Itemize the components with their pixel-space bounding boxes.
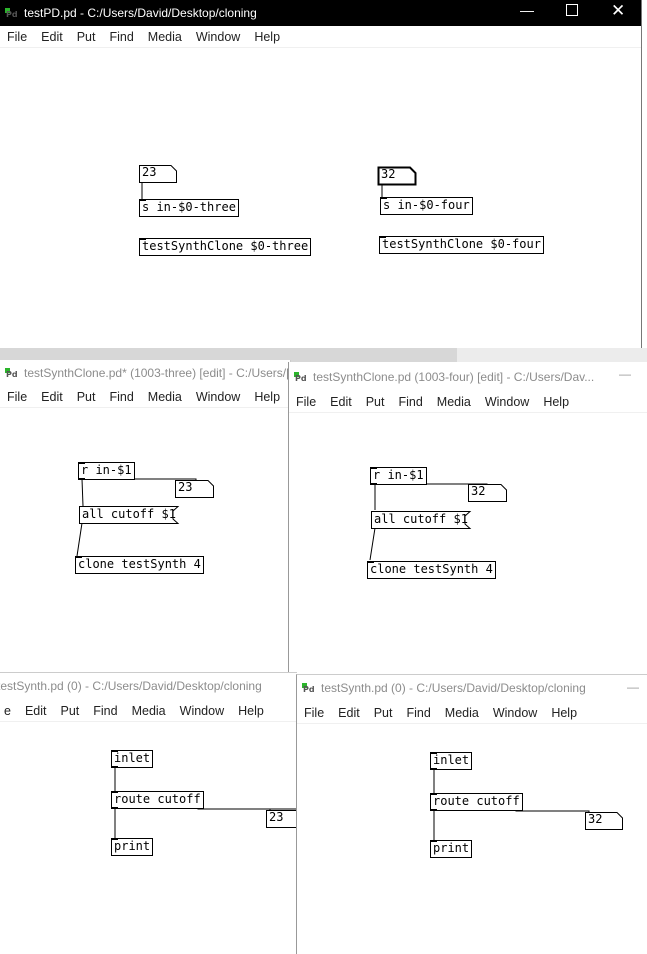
number-box[interactable]: 32 [377,166,417,186]
menu-edit[interactable]: Edit [323,395,359,409]
abstraction-object[interactable]: testSynthClone $0-four [379,236,544,254]
route-object[interactable]: route cutoff [111,791,204,809]
menu-file[interactable]: File [297,706,331,720]
clone-object[interactable]: clone testSynth 4 [367,561,496,579]
menu-find[interactable]: Find [391,395,429,409]
menu-window[interactable]: Window [189,390,247,404]
menu-window[interactable]: Window [189,30,247,44]
number-box[interactable]: 23 [175,480,214,498]
synth-a-titlebar[interactable]: testSynth.pd (0) - C:/Users/David/Deskto… [0,673,297,699]
receive-object[interactable]: r in-$1 [78,462,135,480]
number-box[interactable]: 32 [585,812,623,830]
pd-app-icon [5,367,18,379]
menu-window[interactable]: Window [486,706,544,720]
number-box[interactable]: 23 [139,165,177,183]
menu-window[interactable]: Window [173,704,231,718]
synth-b-window: testSynth.pd (0) - C:/Users/David/Deskto… [296,674,647,954]
clone-object[interactable]: clone testSynth 4 [75,556,204,574]
menu-edit[interactable]: Edit [331,706,367,720]
menu-file[interactable]: File [0,390,34,404]
number-box[interactable]: 23 [266,810,297,828]
print-object[interactable]: print [430,840,473,858]
menu-find[interactable]: Find [102,30,140,44]
minimize-icon[interactable]: — [520,2,534,18]
menu-put[interactable]: Put [54,704,87,718]
main-titlebar[interactable]: testPD.pd - C:/Users/David/Desktop/cloni… [0,0,641,26]
menu-put[interactable]: Put [70,30,103,44]
minimize-icon[interactable]: — [619,367,631,381]
menu-put[interactable]: Put [70,390,103,404]
clone-three-window: testSynthClone.pd* (1003-three) [edit] -… [0,360,291,675]
menu-file[interactable]: File [289,395,323,409]
clone-four-window: testSynthClone.pd (1003-four) [edit] - C… [288,362,647,680]
maximize-icon[interactable] [566,4,578,16]
window-title: testSynthClone.pd (1003-four) [edit] - C… [313,370,595,384]
send-object[interactable]: s in-$0-three [139,199,239,217]
menu-window[interactable]: Window [478,395,536,409]
menu-find[interactable]: Find [399,706,437,720]
menu-media[interactable]: Media [141,30,189,44]
print-object[interactable]: print [111,838,154,856]
main-menubar: File Edit Put Find Media Window Help [0,27,641,48]
synth-a-window: testSynth.pd (0) - C:/Users/David/Deskto… [0,672,297,954]
window-title: testSynth.pd (0) - C:/Users/David/Deskto… [0,679,262,693]
clone-three-titlebar[interactable]: testSynthClone.pd* (1003-three) [edit] -… [0,360,290,386]
close-icon[interactable]: ✕ [611,1,625,21]
menu-edit[interactable]: Edit [18,704,54,718]
synth-b-titlebar[interactable]: testSynth.pd (0) - C:/Users/David/Deskto… [297,675,647,701]
pd-app-icon [294,371,307,383]
message-box[interactable]: all cutoff $1 [371,511,472,529]
menu-media[interactable]: Media [438,706,486,720]
window-title: testPD.pd - C:/Users/David/Desktop/cloni… [24,6,257,20]
menu-help[interactable]: Help [247,30,287,44]
window-title: testSynthClone.pd* (1003-three) [edit] -… [24,366,290,380]
menu-file[interactable]: File [0,30,34,44]
minimize-icon[interactable]: — [627,680,639,694]
menu-help[interactable]: Help [536,395,576,409]
menu-media[interactable]: Media [125,704,173,718]
menu-help[interactable]: Help [247,390,287,404]
clone-three-menubar: File Edit Put Find Media Window Help [0,387,290,408]
menu-edit[interactable]: Edit [34,390,70,404]
route-object[interactable]: route cutoff [430,793,523,811]
menu-find[interactable]: Find [86,704,124,718]
desktop-background [457,348,647,362]
clone-four-menubar: File Edit Put Find Media Window Help [289,392,647,413]
number-box[interactable]: 32 [468,484,507,502]
synth-a-menubar: e Edit Put Find Media Window Help [0,701,297,722]
menu-put[interactable]: Put [367,706,400,720]
pd-app-icon [5,7,18,19]
menu-find[interactable]: Find [102,390,140,404]
menu-help[interactable]: Help [544,706,584,720]
window-title: testSynth.pd (0) - C:/Users/David/Deskto… [321,681,586,695]
menu-media[interactable]: Media [141,390,189,404]
menu-put[interactable]: Put [359,395,392,409]
send-object[interactable]: s in-$0-four [380,197,473,215]
message-box[interactable]: all cutoff $1 [79,506,180,524]
clone-four-titlebar[interactable]: testSynthClone.pd (1003-four) [edit] - C… [289,364,647,390]
patch-wires [141,182,383,199]
menu-media[interactable]: Media [430,395,478,409]
synth-b-menubar: File Edit Put Find Media Window Help [297,703,647,724]
receive-object[interactable]: r in-$1 [370,467,427,485]
menu-file[interactable]: e [0,704,18,718]
inlet-object[interactable]: inlet [111,750,154,768]
menu-edit[interactable]: Edit [34,30,70,44]
main-window: testPD.pd - C:/Users/David/Desktop/cloni… [0,0,642,349]
abstraction-object[interactable]: testSynthClone $0-three [139,238,312,256]
pd-app-icon [302,682,315,694]
inlet-object[interactable]: inlet [430,752,473,770]
menu-help[interactable]: Help [231,704,271,718]
